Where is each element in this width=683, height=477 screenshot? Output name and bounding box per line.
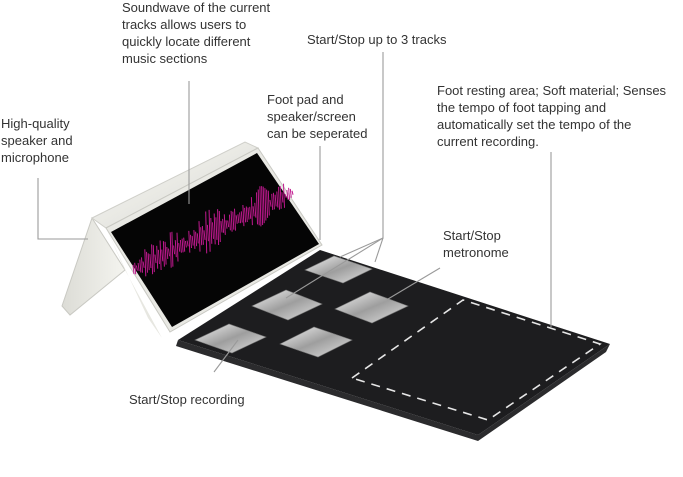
tracks-leader-line-1 <box>339 52 384 258</box>
annotation-soundwave: Soundwave of the current tracks allows u… <box>122 0 271 66</box>
annotation-foot-resting: Foot resting area; Soft material; Senses… <box>437 83 667 149</box>
annotation-speaker: High-quality speaker and microphone <box>1 116 73 165</box>
annotation-tracks: Start/Stop up to 3 tracks <box>307 32 447 47</box>
annotation-recording: Start/Stop recording <box>129 392 245 407</box>
speaker-leader-line <box>37 178 88 240</box>
annotation-separable: Foot pad and speaker/screen can be seper… <box>267 92 368 141</box>
device-illustration <box>37 52 610 441</box>
waveform-bar <box>291 190 294 195</box>
annotation-metronome: Start/Stop metronome <box>443 228 509 260</box>
